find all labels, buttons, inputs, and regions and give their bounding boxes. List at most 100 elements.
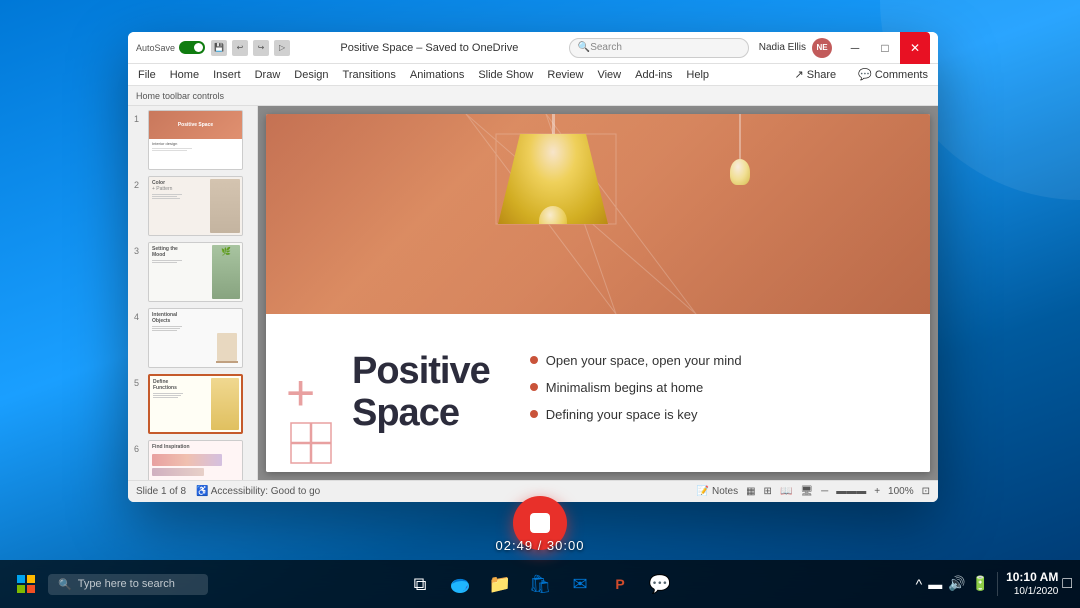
normal-view-btn[interactable]: ▦ (746, 486, 755, 497)
menu-design[interactable]: Design (294, 69, 328, 81)
share-icon: ↗ (795, 68, 804, 81)
system-date: 10/1/2020 (1006, 585, 1058, 599)
share-label: Share (807, 69, 836, 81)
slide-title-line1: Positive (352, 351, 490, 393)
slide-item-4[interactable]: 4 Intentional Objects (134, 308, 251, 368)
taskbar-edge[interactable] (442, 566, 478, 602)
slide-number-3: 3 (134, 246, 144, 256)
edge-icon (450, 574, 470, 594)
toolbar-placeholder: Home toolbar controls (136, 91, 224, 101)
autosave-toggle[interactable] (179, 41, 205, 54)
search-box[interactable]: 🔍 Search (569, 38, 749, 58)
slide-title-line2: Space (352, 393, 490, 435)
taskbar-mail[interactable]: ✉ (562, 566, 598, 602)
slide-thumb-4[interactable]: Intentional Objects (148, 308, 243, 368)
slide-sorter-btn[interactable]: ⊞ (764, 486, 772, 497)
menu-view[interactable]: View (597, 69, 621, 81)
minimize-button[interactable]: ─ (840, 32, 870, 64)
taskbar-right: ^ ▬ 🔊 🔋 10:10 AM 10/1/2020 □ (908, 569, 1080, 600)
taskbar-search-icon: 🔍 (58, 578, 72, 591)
bullet-dot-2 (530, 383, 538, 391)
slide-number-1: 1 (134, 114, 144, 124)
share-button[interactable]: ↗ Share (795, 68, 837, 81)
slide-bullet-list: Open your space, open your mind Minimali… (520, 353, 910, 434)
present-icon[interactable]: ▷ (274, 40, 290, 56)
fit-btn[interactable]: ⊡ (922, 486, 930, 497)
slide-content-area: Positive Space Open your space, open you… (266, 314, 930, 472)
notes-button[interactable]: 📝 Notes (697, 486, 738, 497)
slide-number-5: 5 (134, 378, 144, 388)
taskbar-task-view[interactable]: ⧉ (402, 566, 438, 602)
taskbar-search[interactable]: 🔍 Type here to search (48, 574, 208, 595)
tray-speaker-icon[interactable]: 🔊 (948, 575, 965, 592)
menu-draw[interactable]: Draw (255, 69, 281, 81)
menu-help[interactable]: Help (686, 69, 709, 81)
toolbar-icons: 💾 ↩ ↪ ▷ (211, 40, 290, 56)
menu-insert[interactable]: Insert (213, 69, 241, 81)
menu-home[interactable]: Home (170, 69, 199, 81)
menu-file[interactable]: File (138, 69, 156, 81)
reading-view-btn[interactable]: 📖 (780, 486, 792, 497)
taskbar-search-placeholder: Type here to search (78, 578, 175, 590)
slide-count: Slide 1 of 8 (136, 486, 186, 497)
close-button[interactable]: ✕ (900, 32, 930, 64)
taskbar-store[interactable]: 🛍 (522, 566, 558, 602)
user-avatar[interactable]: NE (812, 38, 832, 58)
slide-thumb-1[interactable]: Positive Space Interior design (148, 110, 243, 170)
taskbar: 🔍 Type here to search ⧉ 📁 🛍 ✉ P 💬 (0, 560, 1080, 608)
slide-thumb-6[interactable]: Find Inspiration (148, 440, 243, 480)
status-right: 📝 Notes ▦ ⊞ 📖 🖥 ─ ▬▬▬ + 100% ⊡ (697, 486, 930, 497)
tray-divider (997, 572, 998, 596)
slide-item-5[interactable]: 5 Define Functions (134, 374, 251, 434)
menu-addins[interactable]: Add-ins (635, 69, 672, 81)
bullet-item-1: Open your space, open your mind (530, 353, 910, 368)
menu-animations[interactable]: Animations (410, 69, 464, 81)
slide-thumb-5[interactable]: Define Functions (148, 374, 243, 434)
slide-thumb-3[interactable]: Setting the Mood 🌿 (148, 242, 243, 302)
slide-view: Positive Space Open your space, open you… (258, 106, 938, 480)
bullet-text-3: Defining your space is key (546, 407, 698, 422)
zoom-in-btn[interactable]: + (874, 486, 880, 497)
slide-thumb-2[interactable]: Color + Pattern (148, 176, 243, 236)
slide-item-1[interactable]: 1 Positive Space Interior design (134, 110, 251, 170)
main-lamp (498, 114, 608, 224)
autosave-area: AutoSave (136, 41, 205, 54)
zoom-out-btn[interactable]: ─ (821, 486, 828, 497)
menu-transitions[interactable]: Transitions (343, 69, 396, 81)
save-icon[interactable]: 💾 (211, 40, 227, 56)
notification-btn[interactable]: □ (1062, 575, 1072, 593)
powerpoint-window: AutoSave 💾 ↩ ↪ ▷ Positive Space – Saved … (128, 32, 938, 502)
slide-main-title: Positive Space (352, 351, 490, 435)
slide-item-2[interactable]: 2 Color + Pattern (134, 176, 251, 236)
user-area: Nadia Ellis NE (759, 38, 832, 58)
menu-slideshow[interactable]: Slide Show (478, 69, 533, 81)
taskbar-explorer[interactable]: 📁 (482, 566, 518, 602)
undo-icon[interactable]: ↩ (232, 40, 248, 56)
slide-number-4: 4 (134, 312, 144, 322)
menu-review[interactable]: Review (547, 69, 583, 81)
taskbar-powerpoint[interactable]: P (602, 566, 638, 602)
zoom-slider[interactable]: ▬▬▬ (836, 486, 866, 497)
start-button[interactable] (8, 566, 44, 602)
comments-button[interactable]: 💬 Comments (858, 68, 928, 81)
slide-panel[interactable]: 1 Positive Space Interior design (128, 106, 258, 480)
comments-icon: 💬 (858, 68, 872, 81)
redo-icon[interactable]: ↪ (253, 40, 269, 56)
tray-up-arrow[interactable]: ^ (916, 576, 923, 592)
presenter-view-btn[interactable]: 🖥 (800, 486, 813, 497)
search-icon: 🔍 (578, 42, 590, 53)
maximize-button[interactable]: □ (870, 32, 900, 64)
tray-network-icon[interactable]: ▬ (928, 576, 942, 592)
accessibility-status: ♿ Accessibility: Good to go (196, 486, 320, 497)
slide-item-3[interactable]: 3 Setting the Mood 🌿 (134, 242, 251, 302)
ribbon-menu: File Home Insert Draw Design Transitions… (128, 64, 938, 86)
taskbar-teams[interactable]: 💬 (642, 566, 678, 602)
plus-decoration (286, 368, 336, 418)
system-clock[interactable]: 10:10 AM 10/1/2020 (1006, 569, 1058, 600)
comments-label: Comments (875, 69, 928, 81)
slide-item-6[interactable]: 6 Find Inspiration (134, 440, 251, 480)
title-bar: AutoSave 💾 ↩ ↪ ▷ Positive Space – Saved … (128, 32, 938, 64)
slide-image-area (266, 114, 930, 314)
tray-battery-icon[interactable]: 🔋 (972, 575, 989, 592)
bullet-text-1: Open your space, open your mind (546, 353, 742, 368)
